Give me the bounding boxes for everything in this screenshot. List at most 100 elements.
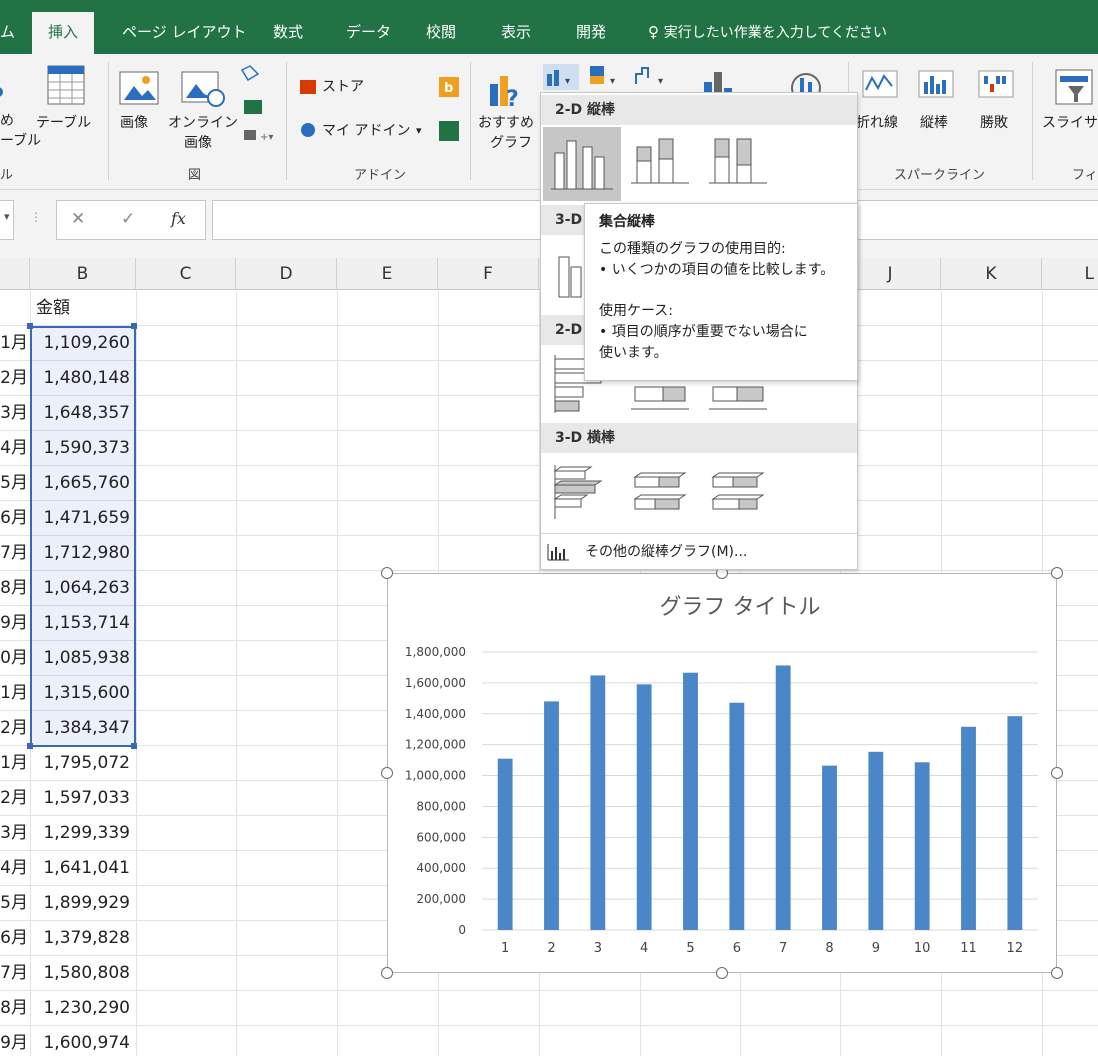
cell-month[interactable]: 1月 <box>0 676 30 711</box>
cell-amount[interactable]: 1,712,980 <box>34 536 134 571</box>
store-button[interactable]: ストア <box>322 78 364 96</box>
cell-month[interactable]: 5月 <box>0 466 30 501</box>
chart-resize-handle[interactable] <box>381 767 393 779</box>
enter-icon[interactable]: ✓ <box>121 209 135 229</box>
cell-month[interactable]: 2月 <box>0 711 30 746</box>
3d-100-stacked-bar-icon[interactable] <box>707 463 771 523</box>
chart-resize-handle[interactable] <box>716 967 728 979</box>
table-icon[interactable] <box>46 64 86 106</box>
cell-amount[interactable]: 1,665,760 <box>34 466 134 501</box>
cell-amount[interactable]: 1,085,938 <box>34 641 134 676</box>
cell-amount[interactable]: 1,153,714 <box>34 606 134 641</box>
cell-b1-header[interactable]: 金額 <box>34 291 134 326</box>
tab-page-layout[interactable]: ページ レイアウト <box>122 12 246 54</box>
slicer-icon[interactable] <box>1054 68 1094 108</box>
cell-amount[interactable]: 1,379,828 <box>34 921 134 956</box>
cell-month[interactable]: 4月 <box>0 431 30 466</box>
cell-month[interactable]: 9月 <box>0 606 30 641</box>
chart-resize-handle[interactable] <box>1051 567 1063 579</box>
cancel-icon[interactable]: ✕ <box>71 209 85 229</box>
pivot-table-icon[interactable] <box>0 82 8 102</box>
stacked-column-icon[interactable] <box>629 133 693 195</box>
recommended-charts-button[interactable]: おすすめ <box>478 114 534 132</box>
tab-developer[interactable]: 開発 <box>576 12 606 54</box>
tab-insert[interactable]: 挿入 <box>32 12 95 54</box>
chart-resize-handle[interactable] <box>1051 967 1063 979</box>
picture-button[interactable]: 画像 <box>120 114 148 132</box>
column-header-b[interactable]: B <box>30 258 136 290</box>
100-stacked-bar-icon[interactable] <box>707 377 771 413</box>
column-header-k[interactable]: K <box>941 258 1042 290</box>
3d-clustered-bar-icon[interactable] <box>551 463 611 523</box>
cell-month[interactable]: 5月 <box>0 886 30 921</box>
table-button[interactable]: テーブル <box>36 114 91 132</box>
online-picture-icon[interactable] <box>180 68 226 108</box>
chart-resize-handle[interactable] <box>381 567 393 579</box>
sparkline-column-icon[interactable] <box>918 70 954 98</box>
cell-month[interactable]: 8月 <box>0 571 30 606</box>
cell-month[interactable]: 7月 <box>0 956 30 991</box>
cell-month[interactable]: 2月 <box>0 781 30 816</box>
cell-amount[interactable]: 1,109,260 <box>34 326 134 361</box>
cell-month[interactable]: 8月 <box>0 991 30 1026</box>
sparkline-column-button[interactable]: 縦棒 <box>920 114 948 132</box>
cell-amount[interactable]: 1,471,659 <box>34 501 134 536</box>
cell-month[interactable]: 7月 <box>0 536 30 571</box>
sparkline-line-button[interactable]: 折れ線 <box>856 114 898 132</box>
bing-maps-icon[interactable]: b <box>438 76 460 98</box>
sparkline-winloss-icon[interactable] <box>978 70 1014 98</box>
hierarchy-chart-icon[interactable]: ▾ <box>588 64 624 90</box>
recommended-charts-icon[interactable]: ? <box>488 70 528 110</box>
cell-amount[interactable]: 1,597,033 <box>34 781 134 816</box>
column-header-e[interactable]: E <box>337 258 438 290</box>
slicer-button[interactable]: スライサー <box>1042 114 1098 132</box>
cell-amount[interactable]: 1,648,357 <box>34 396 134 431</box>
cell-month[interactable]: 6月 <box>0 501 30 536</box>
insert-function-icon[interactable]: fx <box>171 209 186 228</box>
chart-resize-handle[interactable] <box>381 967 393 979</box>
tab-home[interactable]: ム <box>0 12 15 54</box>
online-picture-button[interactable]: オンライン <box>168 114 238 132</box>
chart-resize-handle[interactable] <box>1051 767 1063 779</box>
cell-amount[interactable]: 1,795,072 <box>34 746 134 781</box>
cell-amount[interactable]: 1,315,600 <box>34 676 134 711</box>
column-header-d[interactable]: D <box>236 258 337 290</box>
tab-view[interactable]: 表示 <box>501 12 531 54</box>
shapes-icons[interactable]: +▾ <box>238 64 278 150</box>
cell-amount[interactable]: 1,590,373 <box>34 431 134 466</box>
tab-formulas[interactable]: 数式 <box>273 12 303 54</box>
cell-amount[interactable]: 1,899,929 <box>34 886 134 921</box>
column-header-l[interactable]: L <box>1042 258 1098 290</box>
chart-area[interactable]: グラフ タイトル 0 200,000 400,000 600,000 800,000 1,0… <box>387 573 1057 973</box>
cell-amount[interactable]: 1,064,263 <box>34 571 134 606</box>
picture-icon[interactable] <box>118 68 160 108</box>
chart-title[interactable]: グラフ タイトル <box>660 595 821 620</box>
cell-amount[interactable]: 1,480,148 <box>34 361 134 396</box>
cell-month[interactable]: 3月 <box>0 396 30 431</box>
cell-month[interactable]: 2月 <box>0 361 30 396</box>
cell-amount[interactable]: 1,299,339 <box>34 816 134 851</box>
cell-month[interactable]: 9月 <box>0 1026 30 1056</box>
column-header-a[interactable] <box>0 258 30 290</box>
stacked-bar-icon[interactable] <box>629 377 693 413</box>
cell-amount[interactable]: 1,600,974 <box>34 1026 134 1056</box>
cell-month[interactable]: 3月 <box>0 816 30 851</box>
people-graph-icon[interactable] <box>438 120 460 142</box>
cell-month[interactable]: 1月 <box>0 326 30 361</box>
tell-me-box[interactable]: ♀ 実行したい作業を入力してください <box>648 12 887 54</box>
clustered-column-icon[interactable] <box>543 127 621 201</box>
tab-data[interactable]: データ <box>346 12 391 54</box>
sparkline-line-icon[interactable] <box>862 70 898 98</box>
sparkline-winloss-button[interactable]: 勝敗 <box>980 114 1008 132</box>
tab-review[interactable]: 校閲 <box>426 12 456 54</box>
cell-amount[interactable]: 1,230,290 <box>34 991 134 1026</box>
100-stacked-column-icon[interactable] <box>707 133 771 195</box>
name-box-dropdown-icon[interactable]: ▾ <box>4 210 10 223</box>
waterfall-chart-icon[interactable]: ▾ <box>632 64 672 90</box>
3d-stacked-bar-icon[interactable] <box>629 463 693 523</box>
column-header-f[interactable]: F <box>438 258 539 290</box>
cell-month[interactable]: 0月 <box>0 641 30 676</box>
cell-amount[interactable]: 1,384,347 <box>34 711 134 746</box>
cell-month[interactable]: 1月 <box>0 746 30 781</box>
cell-month[interactable]: 4月 <box>0 851 30 886</box>
